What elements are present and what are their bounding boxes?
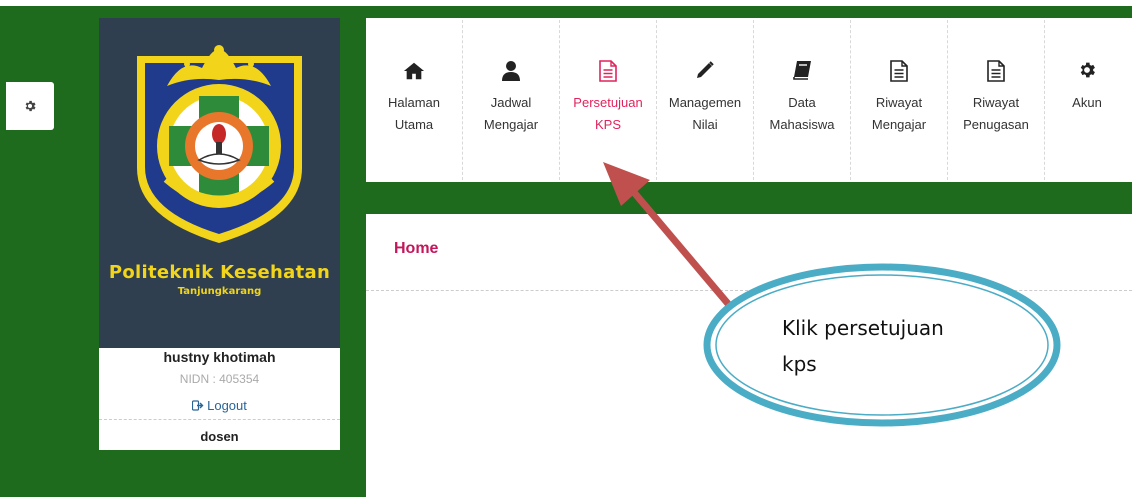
file-icon xyxy=(987,60,1005,82)
nav-label-line1: Data xyxy=(788,95,816,110)
nav-label-line1: Akun xyxy=(1072,95,1102,110)
user-role: dosen xyxy=(200,429,239,444)
callout-line2: kps xyxy=(782,352,817,376)
logout-icon xyxy=(192,400,204,411)
logo-area: Politeknik Kesehatan Tanjungkarang xyxy=(99,18,340,348)
top-nav: Halaman Utama Jadwal Mengajar Persetujuan K… xyxy=(366,18,1132,182)
user-info: hustny khotimah NIDN : 405354 Logout dos… xyxy=(99,348,340,450)
content-divider xyxy=(366,290,1132,291)
callout-text: Klik persetujuan kps xyxy=(782,310,944,382)
divider xyxy=(99,419,340,420)
nav-label-line2: Mengajar xyxy=(871,117,927,132)
logo-subtitle: Tanjungkarang xyxy=(177,286,262,297)
profile-panel: Politeknik Kesehatan Tanjungkarang hustn… xyxy=(99,18,340,450)
nav-label-line2: Mengajar xyxy=(483,117,539,132)
pencil-icon xyxy=(697,61,714,78)
settings-toggle-button[interactable] xyxy=(6,82,54,130)
home-icon xyxy=(403,62,425,80)
nav-label-line1: Jadwal xyxy=(490,95,532,110)
nav-item-managemen-nilai[interactable]: Managemen Nilai xyxy=(657,18,753,182)
nav-label-line1: Riwayat xyxy=(875,95,923,110)
user-icon xyxy=(502,61,520,81)
gear-icon xyxy=(25,100,36,112)
callout-line1: Klik persetujuan xyxy=(782,316,944,340)
logout-label: Logout xyxy=(207,398,247,413)
nav-item-riwayat-penugasan[interactable]: Riwayat Penugasan xyxy=(948,18,1044,182)
nav-item-jadwal-mengajar[interactable]: Jadwal Mengajar xyxy=(463,18,559,182)
nav-item-persetujuan-kps[interactable]: Persetujuan KPS xyxy=(560,18,656,182)
file-icon xyxy=(890,60,908,82)
nav-label-line1: Riwayat xyxy=(972,95,1020,110)
nav-item-data-mahasiswa[interactable]: Data Mahasiswa xyxy=(754,18,850,182)
logo-title: Politeknik Kesehatan xyxy=(108,262,331,283)
nav-label-line2: Nilai xyxy=(692,117,718,132)
nav-label-line2: KPS xyxy=(594,117,621,132)
nav-label-line2: Mahasiswa xyxy=(769,117,835,132)
logout-link[interactable]: Logout xyxy=(99,398,340,413)
nav-label-line1: Managemen xyxy=(668,95,742,110)
nav-item-riwayat-mengajar[interactable]: Riwayat Mengajar xyxy=(851,18,947,182)
file-icon xyxy=(599,60,617,82)
username: hustny khotimah xyxy=(163,349,276,365)
nav-label-line2: Utama xyxy=(394,117,434,132)
main-content: Home xyxy=(366,214,1132,497)
breadcrumb-home[interactable]: Home xyxy=(394,240,438,258)
nav-item-akun[interactable]: Akun xyxy=(1045,18,1129,182)
gear-icon xyxy=(1080,62,1095,78)
top-strip xyxy=(0,0,1132,6)
nidn: NIDN : 405354 xyxy=(179,372,260,386)
nav-label-line1: Persetujuan xyxy=(573,95,643,110)
nav-label-line2: Penugasan xyxy=(963,117,1029,132)
book-icon xyxy=(793,61,811,80)
institution-logo xyxy=(137,45,302,243)
nav-item-halaman-utama[interactable]: Halaman Utama xyxy=(366,18,462,182)
nav-label-line1: Halaman xyxy=(387,95,441,110)
